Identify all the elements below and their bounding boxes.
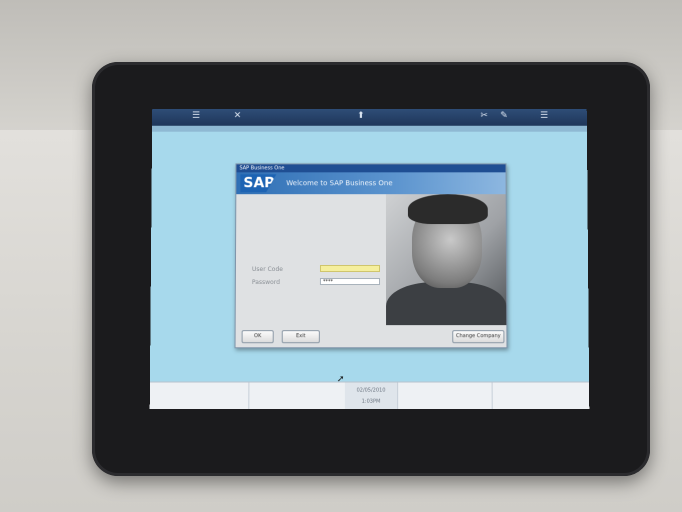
photo-hair <box>407 194 488 225</box>
tablet-screen: ☰ ✕ ⬆ ✂ ✎ ☰ SAP Business One SAP Welcome… <box>149 108 590 409</box>
close-icon[interactable]: ✕ <box>234 111 242 121</box>
exit-button[interactable]: Exit <box>281 330 320 344</box>
status-date: 02/05/2010 <box>356 387 386 394</box>
welcome-text: Welcome to SAP Business One <box>286 179 393 188</box>
date-time-block: 02/05/2010 1:03PM <box>344 382 398 409</box>
ok-button[interactable]: OK <box>241 330 274 344</box>
password-input[interactable]: **** <box>319 278 381 286</box>
menu-icon[interactable]: ☰ <box>192 111 200 121</box>
person-photo <box>385 194 507 326</box>
change-company-button[interactable]: Change Company <box>452 330 505 344</box>
user-code-input[interactable] <box>319 264 381 272</box>
status-divider <box>491 382 493 409</box>
status-bar: 02/05/2010 1:03PM <box>149 381 590 409</box>
toolbar-strip <box>152 125 587 132</box>
status-divider <box>248 382 250 409</box>
photo-shoulders <box>386 282 507 326</box>
list-icon[interactable]: ☰ <box>540 111 548 121</box>
user-code-label: User Code <box>251 265 283 273</box>
app-toolbar: ☰ ✕ ⬆ ✂ ✎ ☰ <box>152 108 587 126</box>
login-dialog: SAP Business One SAP Welcome to SAP Busi… <box>234 163 508 349</box>
status-time: 1:03PM <box>361 398 381 405</box>
password-label: Password <box>251 279 280 287</box>
dialog-banner: SAP Welcome to SAP Business One <box>236 172 506 195</box>
wrench-icon[interactable]: ✎ <box>500 111 508 121</box>
status-divider <box>397 382 399 409</box>
dialog-title: SAP Business One <box>236 164 506 173</box>
scissors-icon[interactable]: ✂ <box>480 111 488 121</box>
sap-logo: SAP <box>240 174 276 192</box>
pin-icon[interactable]: ⬆ <box>357 111 365 121</box>
